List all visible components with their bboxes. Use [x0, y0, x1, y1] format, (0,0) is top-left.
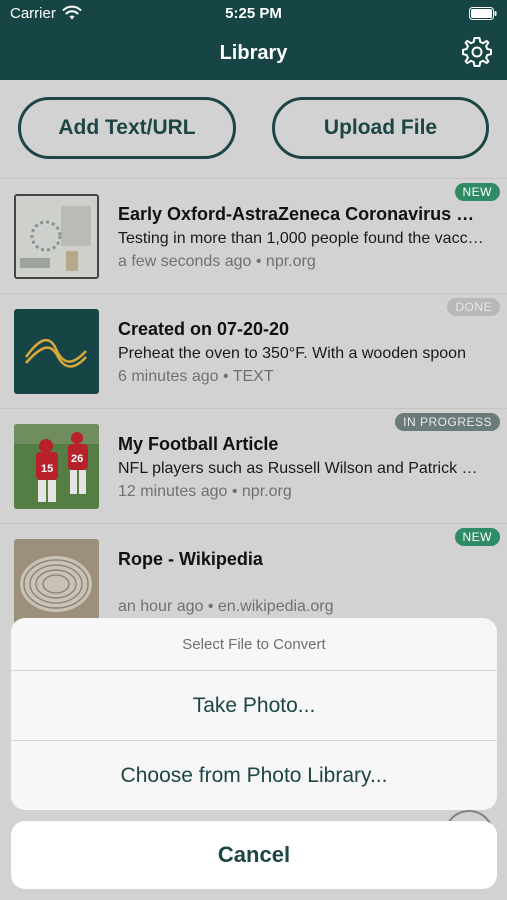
item-meta: an hour ago • en.wikipedia.org	[118, 598, 334, 615]
list-item[interactable]: Created on 07-20-20 Preheat the oven to …	[0, 293, 507, 408]
item-snippet: Preheat the oven to 350°F. With a wooden…	[118, 345, 466, 362]
football-players-image: 15 26	[14, 424, 99, 509]
item-title: My Football Article	[118, 434, 279, 454]
status-badge: IN PROGRESS	[395, 413, 500, 431]
item-title: Created on 07-20-20	[118, 319, 290, 339]
status-badge: DONE	[447, 298, 500, 316]
svg-text:15: 15	[41, 463, 53, 475]
add-text-url-button[interactable]: Add Text/URL	[18, 97, 236, 159]
item-title: Rope - Wikipedia	[118, 549, 263, 569]
action-sheet-title: Select File to Convert	[11, 618, 497, 671]
wave-logo-icon	[24, 338, 87, 368]
list-item[interactable]: 15 26 My Football Article NFL players su…	[0, 408, 507, 523]
article-thumbnail	[14, 194, 99, 279]
item-meta: 6 minutes ago • TEXT	[118, 368, 274, 385]
item-snippet: Testing in more than 1,000 people found …	[118, 230, 484, 247]
battery-icon	[469, 7, 497, 20]
item-title: Early Oxford-AstraZeneca Coronavirus Vac…	[118, 204, 483, 224]
rope-image	[14, 539, 99, 624]
svg-text:26: 26	[71, 453, 83, 465]
status-bar: Carrier 5:25 PM	[0, 0, 507, 28]
item-meta: 12 minutes ago • npr.org	[118, 483, 292, 500]
list-item[interactable]: Early Oxford-AstraZeneca Coronavirus Vac…	[0, 178, 507, 293]
item-meta: a few seconds ago • npr.org	[118, 253, 316, 270]
item-snippet: NFL players such as Russell Wilson and P…	[118, 460, 484, 477]
page-title: Library	[219, 42, 288, 64]
rope-thumbnail	[14, 539, 99, 624]
cancel-button[interactable]: Cancel	[11, 821, 497, 889]
status-badge: NEW	[454, 528, 500, 546]
take-photo-option[interactable]: Take Photo...	[11, 671, 497, 741]
vaccine-image-icon	[16, 196, 97, 277]
choose-from-library-option[interactable]: Choose from Photo Library...	[11, 741, 497, 810]
status-badge: NEW	[454, 183, 500, 201]
gear-icon[interactable]	[460, 35, 494, 69]
status-time: 5:25 PM	[225, 5, 282, 22]
upload-file-button[interactable]: Upload File	[272, 97, 489, 159]
text-thumbnail	[14, 309, 99, 394]
nav-bar: Library	[0, 28, 507, 80]
football-thumbnail: 15 26	[14, 424, 99, 509]
action-sheet: Select File to Convert Take Photo... Cho…	[11, 618, 497, 810]
